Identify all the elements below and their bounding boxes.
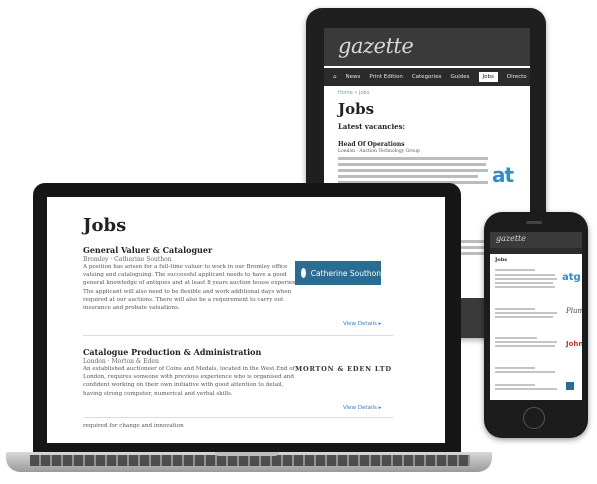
job-description-line: confident working on their own initiativ… — [83, 382, 284, 389]
phone-text-line — [495, 316, 553, 318]
phone-text-line — [495, 337, 537, 339]
morton-eden-logo: MORTON & EDEN LTD — [295, 365, 392, 373]
phone-text-line — [495, 312, 557, 314]
phone-text-line — [495, 384, 535, 386]
view-details-label: View Details — [343, 405, 377, 411]
tablet-nav-bar: ⌂ News Print Edition Categories Guides J… — [324, 68, 530, 86]
chevron-right-icon: ▸ — [378, 405, 382, 411]
tablet-site-logo[interactable]: gazette — [338, 34, 414, 58]
phone-site-logo[interactable]: gazette — [496, 234, 526, 243]
phone-employer-logo-1: atg — [562, 272, 581, 283]
tablet-text-line — [338, 169, 488, 172]
job-title-general-valuer[interactable]: General Valuer & Cataloguer — [83, 245, 212, 255]
phone-text-line — [495, 308, 535, 310]
phone-employer-logo-2: Plum — [566, 307, 582, 315]
phone-header: gazette — [490, 232, 582, 248]
job-description-line: required at our auctions. There will als… — [83, 296, 284, 303]
phone-text-line — [495, 371, 555, 373]
tablet-breadcrumb[interactable]: Home » Jobs — [338, 90, 369, 96]
phone-page-title: Jobs — [495, 257, 508, 263]
tablet-job-title[interactable]: Head Of Operations — [338, 141, 405, 148]
view-details-link[interactable]: View Details ▸ — [343, 321, 381, 327]
job-company-catherine-southon: Bromley · Catherine Southon — [83, 256, 172, 263]
tablet-header: gazette — [324, 28, 530, 66]
phone-text-line — [495, 388, 557, 390]
phone-speaker — [526, 221, 542, 224]
phone-text-line — [495, 345, 555, 347]
home-icon[interactable]: ⌂ — [333, 74, 337, 80]
job-description-line: insurance and probate valuations. — [83, 305, 180, 312]
phone-screen: gazette Jobs atg Plum John — [490, 232, 582, 400]
chevron-right-icon: ▸ — [378, 321, 382, 327]
view-details-link[interactable]: View Details ▸ — [343, 405, 381, 411]
catherine-southon-logo: Catherine Southon — [295, 261, 381, 285]
job-title-catalogue-production[interactable]: Catalogue Production & Administration — [83, 347, 261, 357]
phone-text-line — [495, 274, 555, 276]
tablet-latest-vacancies: Latest vacancies: — [338, 122, 406, 131]
phone-text-line — [495, 269, 535, 271]
tablet-employer-logo: at — [492, 163, 514, 187]
laptop-notch — [215, 452, 279, 456]
laptop-screen: Jobs General Valuer & Cataloguer Bromley… — [47, 197, 445, 443]
laptop-keyboard — [30, 455, 470, 466]
tablet-page-title: Jobs — [338, 100, 375, 118]
phone-text-line — [495, 278, 557, 280]
flower-icon — [301, 268, 306, 278]
job-divider — [83, 417, 393, 418]
tablet-text-line — [338, 157, 488, 160]
phone-home-button[interactable] — [523, 407, 545, 429]
tablet-nav-categories[interactable]: Categories — [412, 74, 442, 80]
job-description-line: The applicant will also need to be flexi… — [83, 288, 292, 295]
tablet-nav-news[interactable]: News — [346, 74, 361, 80]
job-description-line: London, requires someone with previous e… — [83, 374, 294, 381]
job-divider — [83, 335, 393, 336]
phone-text-line — [495, 367, 535, 369]
tablet-text-line — [338, 175, 478, 178]
laptop-page-title: Jobs — [83, 215, 127, 236]
phone-nav-bar[interactable] — [490, 248, 582, 254]
job-company-morton-eden: London · Morton & Eden — [83, 358, 159, 365]
phone-text-line — [495, 341, 557, 343]
view-details-label: View Details — [343, 321, 377, 327]
tablet-nav-jobs[interactable]: Jobs — [478, 72, 498, 82]
tablet-job-company: London · Auction Technology Group — [338, 149, 420, 154]
phone-employer-logo-4 — [566, 382, 574, 390]
tablet-nav-print-edition[interactable]: Print Edition — [369, 74, 402, 80]
phone-text-line — [495, 282, 553, 284]
tablet-nav-guides[interactable]: Guides — [450, 74, 469, 80]
phone-text-line — [495, 286, 555, 288]
catherine-southon-logo-text: Catherine Southon — [310, 268, 381, 278]
tablet-nav-directory[interactable]: Directo — [507, 74, 527, 80]
phone-employer-logo-3: John — [566, 340, 582, 348]
tablet-text-line — [338, 163, 486, 166]
job-description-line: having strong computer, numerical and ve… — [83, 390, 233, 397]
job-description-fragment: required for change and innovation — [83, 423, 184, 429]
